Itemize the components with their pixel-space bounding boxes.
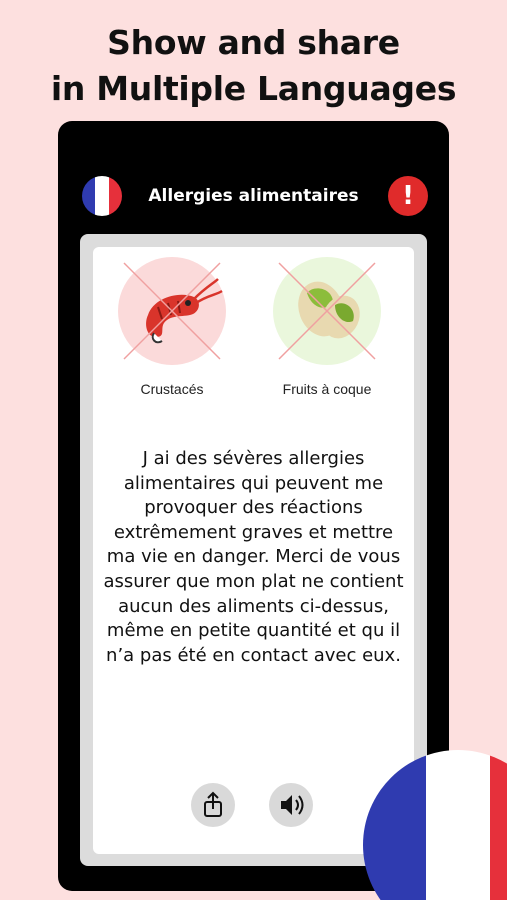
share-button[interactable] [191,783,235,827]
card-frame: Crustacés Fruits à coque J ai des sévère… [80,234,427,866]
share-icon [204,791,222,817]
headline-line-1: Show and share [107,23,400,62]
exclamation-icon[interactable]: ! [388,176,428,216]
allergen-label: Crustacés [140,381,204,397]
speaker-icon [281,795,304,815]
phone-screen: Allergies alimentaires ! Crustacés Fruit… [58,121,449,891]
shrimp-icon [118,257,226,365]
top-bar: Allergies alimentaires ! [58,173,449,219]
allergen-item-fruits-a-coque[interactable]: Fruits à coque [257,257,397,397]
page-title: Allergies alimentaires [148,186,359,206]
speaker-button[interactable] [269,783,313,827]
allergy-message: J ai des sévères allergies alimentaires … [103,448,404,666]
allergen-label: Fruits à coque [282,381,372,397]
france-flag-icon[interactable] [82,176,122,216]
allergen-item-crustaces[interactable]: Crustacés [102,257,242,397]
allergy-card: Crustacés Fruits à coque J ai des sévère… [93,247,414,854]
headline: Show and share in Multiple Languages [0,20,507,112]
pistachio-icon [273,257,381,365]
headline-line-2: in Multiple Languages [50,69,457,108]
